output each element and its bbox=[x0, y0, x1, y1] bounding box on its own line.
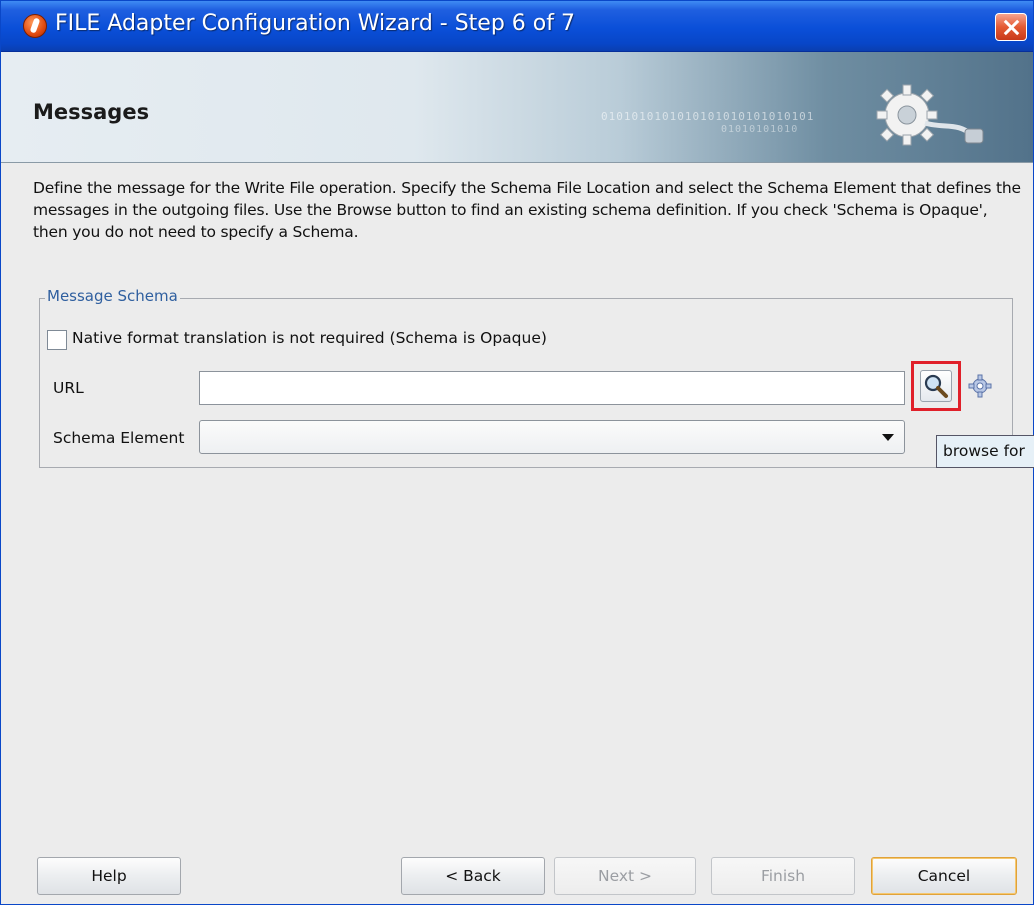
browse-button[interactable] bbox=[920, 370, 952, 402]
wizard-window: FILE Adapter Configuration Wizard - Step… bbox=[0, 0, 1034, 905]
generate-schema-icon[interactable] bbox=[967, 373, 993, 399]
finish-button[interactable]: Finish bbox=[711, 857, 855, 895]
help-button[interactable]: Help bbox=[37, 857, 181, 895]
chevron-down-icon bbox=[882, 434, 894, 441]
cancel-button[interactable]: Cancel bbox=[871, 857, 1017, 895]
schema-opaque-checkbox[interactable] bbox=[47, 330, 67, 350]
instructions-text: Define the message for the Write File op… bbox=[33, 179, 1021, 241]
url-label: URL bbox=[53, 379, 84, 397]
next-button[interactable]: Next > bbox=[554, 857, 696, 895]
schema-element-label: Schema Element bbox=[53, 429, 185, 447]
close-button[interactable] bbox=[995, 13, 1027, 41]
back-button[interactable]: < Back bbox=[401, 857, 545, 895]
browse-tooltip: browse for bbox=[936, 435, 1034, 468]
title-bar[interactable]: FILE Adapter Configuration Wizard - Step… bbox=[1, 1, 1033, 52]
message-schema-legend: Message Schema bbox=[45, 287, 180, 305]
schema-element-select[interactable] bbox=[199, 420, 905, 454]
page-title: Messages bbox=[33, 100, 150, 124]
magnifier-icon bbox=[924, 374, 948, 398]
banner-binary-decoration: 0101010101010101010101010101 bbox=[601, 110, 815, 123]
schema-opaque-label[interactable]: Native format translation is not require… bbox=[72, 329, 547, 347]
banner-binary-decoration-2: 01010101010 bbox=[721, 124, 799, 135]
url-input[interactable] bbox=[199, 371, 905, 405]
app-icon bbox=[23, 14, 47, 38]
adapter-gear-icon bbox=[876, 84, 984, 146]
browse-highlight bbox=[911, 361, 961, 411]
window-title: FILE Adapter Configuration Wizard - Step… bbox=[55, 11, 575, 36]
